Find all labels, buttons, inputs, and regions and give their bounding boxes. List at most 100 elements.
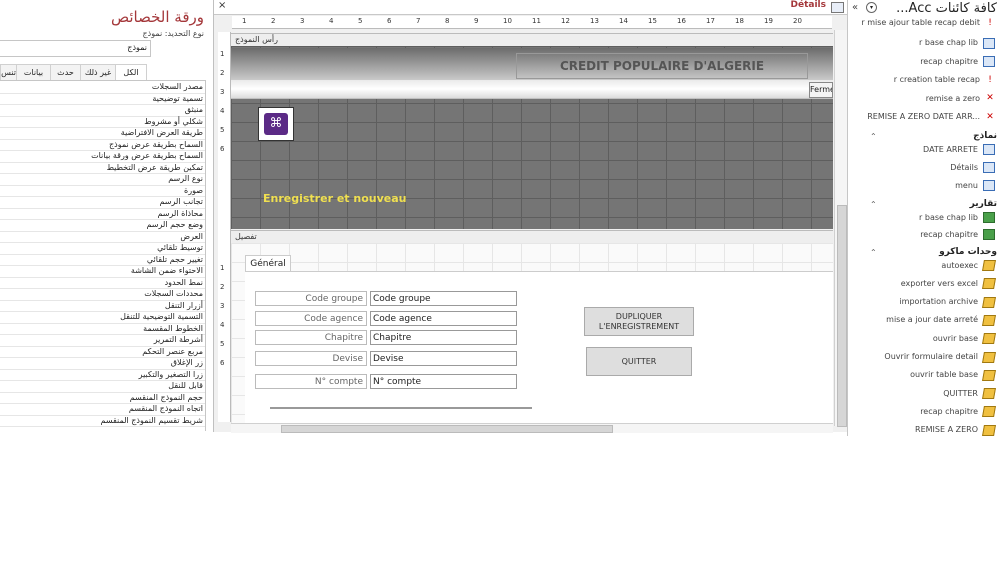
logo-image[interactable]: ⌘ — [258, 107, 294, 141]
form-header-section-bar[interactable]: رأس النموذج — [231, 33, 833, 47]
property-name: مصدر السجلات — [151, 82, 203, 91]
property-row[interactable]: شريط تقسيم النموذج المنقسم — [0, 415, 205, 427]
nav-item[interactable]: recap chapitre — [920, 228, 995, 242]
scroll-thumb[interactable] — [281, 425, 613, 433]
close-form-button[interactable]: Fermer — [809, 82, 833, 98]
property-name: تمكين طريقة عرض التخطيط — [106, 162, 203, 172]
macro-icon — [982, 333, 996, 345]
horizontal-scrollbar[interactable] — [231, 423, 833, 433]
ruler-number: 2 — [220, 283, 225, 291]
nav-item[interactable]: autoexec — [941, 259, 996, 273]
nav-item[interactable]: r creation table recap! — [894, 73, 995, 87]
duplicate-record-button[interactable]: DUPLIQUER L'ENREGISTREMENT — [584, 307, 694, 336]
nav-item[interactable]: mise a jour date arreté — [886, 313, 996, 327]
nav-item[interactable]: importation archive — [899, 295, 996, 309]
property-name: العرض — [180, 231, 203, 241]
collapse-group-icon[interactable]: ⌃ — [870, 200, 877, 209]
numero-compte-field[interactable]: N° compte — [370, 374, 517, 389]
nav-item[interactable]: REMISE A ZERO — [915, 423, 996, 437]
property-sheet: ورقة الخصائص نوع التحديد: نموذج نموذج ال… — [0, 0, 210, 431]
tab-general[interactable]: Général — [245, 255, 291, 272]
property-name: منبثق — [184, 105, 203, 114]
nav-item[interactable]: exporter vers excel — [901, 277, 996, 291]
code-agence-label[interactable]: Code agence — [255, 311, 367, 326]
detail-section-label: تفصيل — [235, 232, 257, 241]
property-name: أزرار التنقل — [164, 300, 203, 310]
save-and-new-button[interactable]: Enregistrer et nouveau — [263, 192, 406, 205]
property-name: محاذاة الرسم — [157, 208, 203, 218]
banner-title[interactable]: CREDIT POPULAIRE D'ALGERIE — [516, 53, 808, 79]
form-icon — [983, 144, 995, 155]
nav-item[interactable]: ouvrir table base — [910, 368, 996, 382]
form-design-view: × Détails 1 2 3 4 5 6 7 8 9 10 11 12 13 14 15 16 17 18 19 2… — [213, 0, 848, 433]
tab-data[interactable]: بيانات — [16, 64, 51, 80]
property-name: الخطوط المقسمة — [143, 323, 203, 333]
numero-compte-label[interactable]: N° compte — [255, 374, 367, 389]
nav-item-label: ouvrir base — [932, 333, 978, 343]
ruler-number: 1 — [242, 17, 247, 25]
property-name: تجانب الرسم — [159, 197, 203, 206]
nav-item-label: menu — [955, 180, 978, 190]
tab-other[interactable]: غير ذلك — [80, 64, 116, 80]
nav-group-header[interactable]: تقارير — [970, 197, 997, 211]
nav-item[interactable]: REMISE A ZERO DATE ARR... ✕ — [867, 110, 995, 124]
nav-item[interactable]: r base chap lib — [919, 211, 995, 225]
query-icon: ! — [988, 74, 992, 85]
nav-item[interactable]: recap chapitre — [920, 55, 995, 69]
ruler-number: 14 — [619, 17, 628, 25]
form-header-area[interactable]: CREDIT POPULAIRE D'ALGERIE Fermer ⌘ Enre… — [231, 46, 833, 229]
nav-item-label: recap chapitre — [920, 406, 978, 416]
code-agence-field[interactable]: Code agence — [370, 311, 517, 326]
nav-pane-title[interactable]: كافة كائنات Acc... — [896, 1, 997, 16]
code-groupe-label[interactable]: Code groupe — [255, 291, 367, 306]
devise-label[interactable]: Devise — [255, 351, 367, 366]
tab-format[interactable]: تنس — [0, 64, 17, 80]
collapse-group-icon[interactable]: ⌃ — [870, 248, 877, 257]
nav-item[interactable]: DATE ARRETE — [923, 143, 995, 157]
nav-item[interactable]: Ouvrir formulaire detail — [884, 350, 996, 364]
nav-item[interactable]: QUITTER — [943, 387, 996, 401]
chevron-down-icon[interactable]: ▾ — [866, 2, 877, 13]
object-selector-combo[interactable]: نموذج — [0, 40, 151, 57]
nav-item[interactable]: menu — [955, 179, 995, 193]
property-name: أشرطة التمرير — [153, 335, 203, 344]
code-groupe-field[interactable]: Code groupe — [370, 291, 517, 306]
property-name: تسمية توضيحية — [152, 93, 203, 103]
header-strip[interactable] — [231, 80, 833, 99]
nav-group-header[interactable]: وحدات ماكرو — [939, 245, 997, 259]
nav-item[interactable]: r base chap lib — [919, 36, 995, 50]
macro-icon — [982, 369, 996, 381]
property-name: توسيط تلقائي — [157, 243, 203, 252]
scroll-thumb[interactable] — [837, 205, 847, 427]
devise-field[interactable]: Devise — [370, 351, 517, 366]
quit-button[interactable]: QUITTER — [586, 347, 692, 376]
tab-event[interactable]: حدث — [50, 64, 81, 80]
nav-item[interactable]: remise a zero ✕ — [926, 92, 995, 106]
tab-all[interactable]: الكل — [115, 64, 147, 81]
ruler-number: 12 — [561, 17, 570, 25]
property-name: السماح بطريقة عرض ورقة بيانات — [91, 151, 203, 160]
nav-item-label: r creation table recap — [893, 75, 980, 84]
nav-item[interactable]: recap chapitre — [920, 405, 996, 419]
nav-item[interactable]: ouvrir base — [932, 332, 996, 346]
header-banner[interactable]: CREDIT POPULAIRE D'ALGERIE — [231, 48, 833, 82]
selection-type-label: نوع التحديد: نموذج — [142, 29, 205, 38]
property-name: زر الإغلاق — [170, 358, 203, 367]
form-icon — [983, 37, 995, 49]
general-tab-panel[interactable]: Code groupe Code groupe Code agence Code… — [245, 271, 833, 424]
chapitre-field[interactable]: Chapitre — [370, 330, 517, 345]
nav-group-header[interactable]: نماذج — [973, 129, 997, 143]
collapse-group-icon[interactable]: ⌃ — [870, 132, 877, 141]
tab-details[interactable]: Détails — [786, 0, 830, 13]
nav-item[interactable]: r mise ajour table recap debit! — [861, 16, 995, 30]
divider-line[interactable] — [270, 407, 532, 409]
vertical-scrollbar[interactable] — [834, 30, 847, 427]
macro-icon — [982, 406, 996, 418]
detail-area[interactable]: Général Code groupe Code groupe Code age… — [231, 243, 833, 424]
collapse-pane-icon[interactable]: « — [852, 2, 858, 13]
nav-item[interactable]: Détails — [950, 161, 995, 175]
detail-section-bar[interactable]: تفصيل — [231, 230, 833, 244]
chapitre-label[interactable]: Chapitre — [255, 330, 367, 345]
form-icon — [831, 2, 844, 13]
close-icon[interactable]: × — [218, 0, 226, 11]
